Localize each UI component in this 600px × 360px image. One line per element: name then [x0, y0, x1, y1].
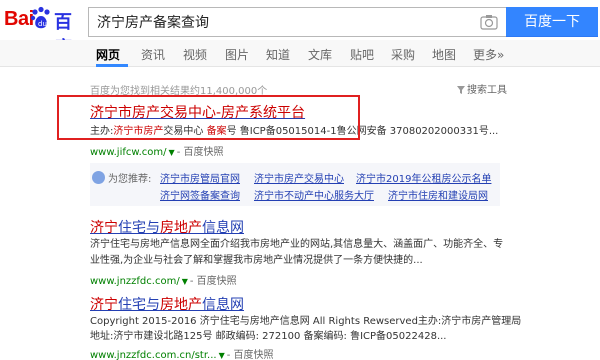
baidu-logo[interactable]: Bai du 百度 — [4, 6, 84, 59]
result-url[interactable]: www.jifcw.com/▼ - 百度快照 — [90, 143, 224, 158]
url-text: www.jnzzfdc.com/ — [90, 276, 180, 287]
search-tools-label: 搜索工具 — [467, 85, 507, 96]
result-abstract: 业性强,为企业与社会了解和掌握我市房地产业情况提供了一条方便快捷的... — [90, 255, 423, 266]
snapshot-link[interactable]: - 百度快照 — [177, 147, 224, 158]
search-button[interactable]: 百度一下 — [506, 7, 598, 37]
dropdown-arrow-icon[interactable]: ▼ — [219, 351, 225, 360]
active-tab-indicator — [96, 64, 128, 67]
search-input[interactable] — [89, 8, 469, 36]
tab-images[interactable]: 图片 — [225, 46, 249, 63]
related-link[interactable]: 济宁市住房和建设局网 — [388, 187, 488, 202]
tab-wenku[interactable]: 文库 — [308, 46, 332, 63]
dropdown-arrow-icon[interactable]: ▼ — [182, 277, 188, 286]
result-abstract: 地址:济宁市建设北路125号 邮政编码: 272100 备案编码: 鲁ICP备0… — [90, 331, 447, 342]
title-highlight: 房地产 — [160, 220, 202, 236]
snapshot-link[interactable]: - 百度快照 — [227, 350, 274, 360]
result-url[interactable]: www.jnzzfdc.com.cn/str... ▼ - 百度快照 — [90, 346, 274, 360]
title-highlight: 房地产 — [160, 297, 202, 313]
title-part: 住宅与 — [118, 220, 160, 236]
related-searches: 为您推荐: 济宁市房管局官网 济宁市房产交易中心 济宁市2019年公租房公示名单… — [90, 163, 500, 206]
tab-zhidao[interactable]: 知道 — [266, 46, 290, 63]
search-tools[interactable]: 搜索工具 — [457, 81, 507, 96]
tab-procurement[interactable]: 采购 — [391, 46, 415, 63]
result-abstract: Copyright 2015-2016 济宁住宅与房地产信息网 All Righ… — [90, 316, 522, 327]
search-box — [88, 7, 506, 37]
tab-more[interactable]: 更多» — [473, 46, 504, 63]
snapshot-link[interactable]: - 百度快照 — [190, 276, 237, 287]
tab-news[interactable]: 资讯 — [141, 46, 165, 63]
related-link[interactable]: 济宁市不动产中心服务大厅 — [254, 187, 374, 202]
result-abstract: 济宁住宅与房地产信息网全面介绍我市房地产业的网站,其信息量大、涵盖面广、功能齐全… — [90, 239, 504, 250]
related-link[interactable]: 济宁网签备案查询 — [160, 187, 240, 202]
related-link[interactable]: 济宁市房管局官网 — [160, 170, 240, 185]
filter-icon — [457, 86, 465, 94]
url-text: www.jnzzfdc.com.cn/str... — [90, 350, 217, 360]
title-highlight: 济宁 — [90, 297, 118, 313]
tab-tieba[interactable]: 贴吧 — [350, 46, 374, 63]
annotation-box — [57, 95, 360, 140]
paw-icon: du — [30, 6, 50, 29]
recommend-icon — [92, 171, 105, 184]
related-label: 为您推荐: — [108, 174, 152, 185]
related-link[interactable]: 济宁市房产交易中心 — [254, 170, 344, 185]
title-highlight: 济宁 — [90, 220, 118, 236]
result-url[interactable]: www.jnzzfdc.com/▼ - 百度快照 — [90, 272, 237, 287]
result-title[interactable]: 济宁住宅与房地产信息网 — [90, 217, 244, 237]
tab-map[interactable]: 地图 — [432, 46, 456, 63]
result-title[interactable]: 济宁住宅与房地产信息网 — [90, 294, 244, 314]
title-part: 住宅与 — [118, 297, 160, 313]
title-part: 信息网 — [202, 297, 244, 313]
related-link[interactable]: 济宁市2019年公租房公示名单 — [356, 170, 491, 185]
tab-video[interactable]: 视频 — [183, 46, 207, 63]
header: Bai du 百度 百度一下 — [0, 0, 600, 59]
tab-web[interactable]: 网页 — [96, 46, 120, 63]
tab-bar: 网页 资讯 视频 图片 知道 文库 贴吧 采购 地图 更多» — [0, 40, 600, 67]
title-part: 信息网 — [202, 220, 244, 236]
svg-text:du: du — [38, 20, 47, 28]
camera-icon[interactable] — [480, 14, 498, 30]
dropdown-arrow-icon[interactable]: ▼ — [169, 148, 175, 157]
url-text: www.jifcw.com/ — [90, 147, 167, 158]
